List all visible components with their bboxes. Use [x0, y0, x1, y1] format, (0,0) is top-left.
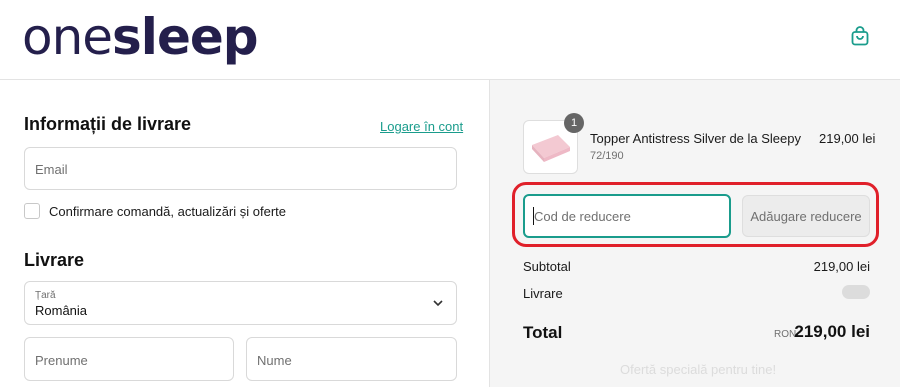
- total-value: 219,00 lei: [794, 322, 870, 341]
- first-name-field[interactable]: Prenume: [24, 337, 234, 381]
- last-name-field[interactable]: Nume: [246, 337, 457, 381]
- country-value: România: [35, 303, 88, 318]
- quantity-badge: 1: [564, 113, 584, 133]
- shipping-label: Livrare: [523, 286, 563, 301]
- special-offer-text: Ofertă specială pentru tine!: [620, 362, 777, 377]
- email-placeholder: Email: [35, 162, 68, 177]
- shipping-title: Livrare: [24, 250, 85, 270]
- country-select[interactable]: Țară România: [24, 281, 457, 325]
- logo[interactable]: onesleep: [22, 2, 259, 72]
- cart-button[interactable]: [846, 22, 874, 50]
- subtotal-label: Subtotal: [523, 259, 571, 274]
- discount-highlight-outline: [512, 182, 879, 247]
- logo-light-text: one: [22, 8, 113, 66]
- marketing-checkbox[interactable]: [24, 203, 40, 219]
- chevron-down-icon: [433, 300, 443, 307]
- marketing-checkbox-label: Confirmare comandă, actualizări și ofert…: [49, 204, 286, 219]
- last-name-placeholder: Nume: [257, 353, 292, 368]
- product-price: 219,00 lei: [819, 131, 876, 146]
- product-variant: 72/190: [590, 150, 624, 162]
- first-name-placeholder: Prenume: [35, 353, 88, 368]
- delivery-info-title: Informații de livrare: [24, 114, 192, 134]
- email-field[interactable]: Email: [24, 147, 457, 190]
- shopping-bag-icon: [851, 26, 869, 46]
- login-link[interactable]: Logare în cont: [380, 119, 463, 134]
- subtotal-value: 219,00 lei: [813, 259, 870, 274]
- total-label: Total: [523, 323, 563, 342]
- shipping-value-placeholder: [842, 285, 870, 299]
- logo-bold-text: sleep: [112, 8, 259, 66]
- total-currency: RON: [774, 329, 797, 340]
- country-label: Țară: [35, 290, 56, 301]
- product-name: Topper Antistress Silver de la Sleepy: [590, 131, 801, 146]
- header: onesleep: [0, 0, 900, 80]
